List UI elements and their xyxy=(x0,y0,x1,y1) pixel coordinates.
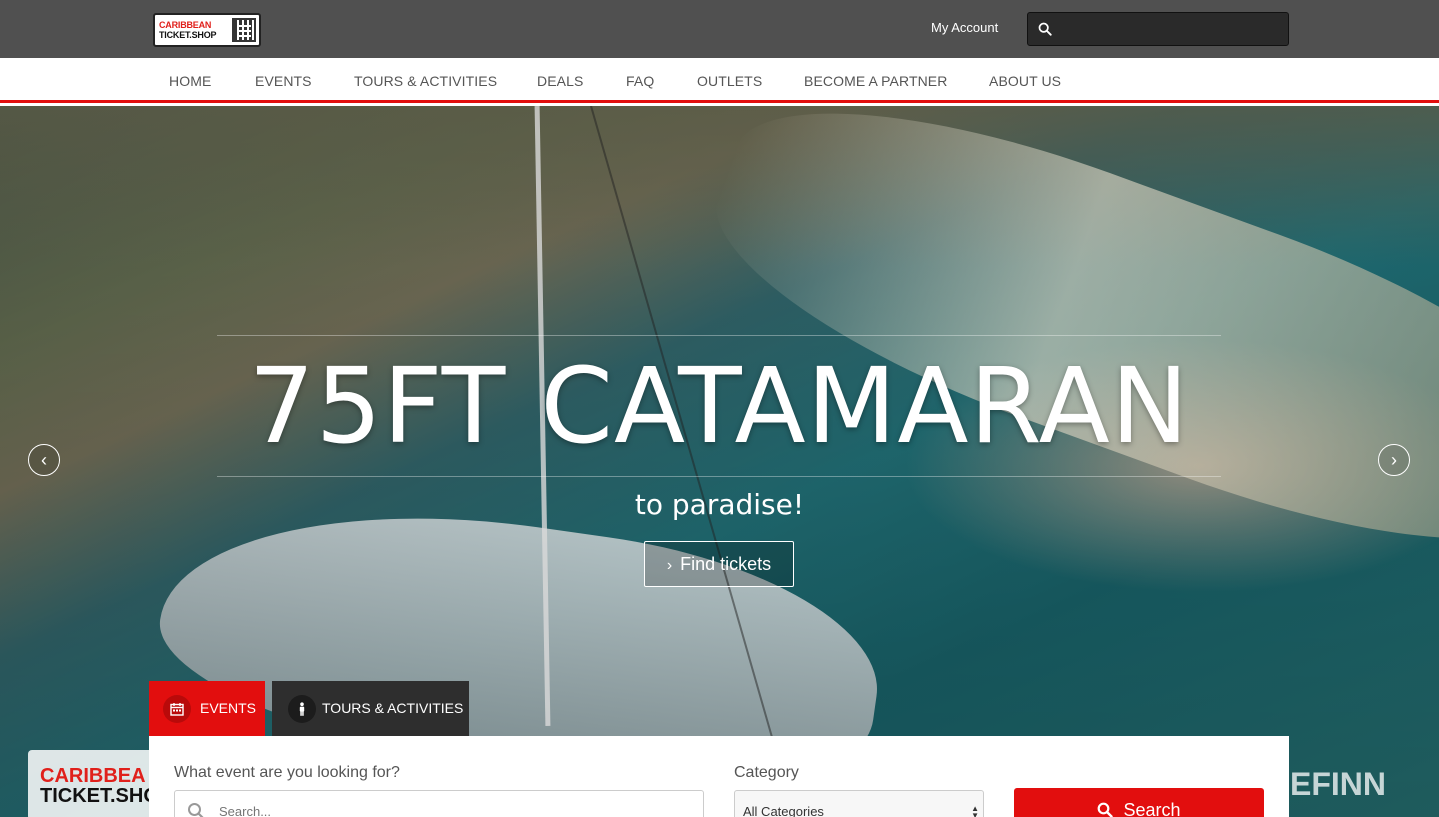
category-selected-value: All Categories xyxy=(743,804,824,817)
nav-item-become-a-partner[interactable]: BECOME A PARTNER xyxy=(804,73,947,89)
logo-line1: CARIBBEAN xyxy=(159,20,212,30)
nav-item-outlets[interactable]: OUTLETS xyxy=(697,73,762,89)
hero-subtitle: to paradise! xyxy=(634,488,805,521)
person-icon xyxy=(299,702,305,716)
person-icon-badge xyxy=(288,695,316,723)
calendar-icon xyxy=(170,703,184,716)
site-logo[interactable]: CARIBBEAN TICKET.SHOP xyxy=(153,13,261,47)
logo-line2: TICKET.SHOP xyxy=(159,30,217,40)
top-bar: CARIBBEAN TICKET.SHOP My Account xyxy=(0,0,1439,58)
hero-logo-watermark: CARIBBEA TICKET.SHO xyxy=(28,750,159,817)
nav-item-faq[interactable]: FAQ xyxy=(626,73,654,89)
watermark-text: CARIBBEA TICKET.SHO xyxy=(40,766,159,806)
calendar-icon-badge xyxy=(163,695,191,723)
search-button[interactable]: Search xyxy=(1014,788,1264,817)
query-label: What event are you looking for? xyxy=(174,764,400,781)
hero-divider-bottom xyxy=(217,476,1221,477)
my-account-link[interactable]: My Account xyxy=(931,20,998,35)
main-nav: HOME EVENTS TOURS & ACTIVITIES DEALS FAQ… xyxy=(0,58,1439,103)
category-select[interactable]: All Categories ▲ ▼ xyxy=(734,790,984,817)
hero-divider-top xyxy=(217,335,1221,336)
hero-title: 75FT CATAMARAN xyxy=(248,345,1190,467)
nav-item-about-us[interactable]: ABOUT US xyxy=(989,73,1061,89)
nav-item-tours-activities[interactable]: TOURS & ACTIVITIES xyxy=(354,73,497,89)
carousel-next-button[interactable]: › xyxy=(1378,444,1410,476)
event-search-panel: What event are you looking for? Category… xyxy=(149,736,1289,817)
search-button-label: Search xyxy=(1123,800,1181,817)
tab-events[interactable]: EVENTS xyxy=(149,681,265,736)
search-icon xyxy=(1098,802,1114,817)
qr-code-icon xyxy=(232,18,256,42)
category-label: Category xyxy=(734,764,799,781)
select-arrows-icon: ▲ ▼ xyxy=(971,804,979,817)
chevron-right-icon: › xyxy=(666,557,673,574)
event-search-input[interactable] xyxy=(219,791,689,817)
tab-events-label: EVENTS xyxy=(200,700,257,716)
carousel-prev-button[interactable]: ‹ xyxy=(28,444,60,476)
header-search-input[interactable] xyxy=(1027,12,1289,46)
tab-tours-activities[interactable]: TOURS & ACTIVITIES xyxy=(272,681,469,736)
chevron-right-icon: › xyxy=(1391,450,1397,470)
chevron-left-icon: ‹ xyxy=(41,450,47,470)
tab-tours-activities-label: TOURS & ACTIVITIES xyxy=(322,700,464,716)
watermark-line1: CARIBBEA xyxy=(40,765,146,787)
find-tickets-button[interactable]: › Find tickets xyxy=(644,541,794,587)
event-search-field[interactable] xyxy=(174,790,704,817)
hero-brand-watermark: EFINN xyxy=(1290,766,1386,802)
find-tickets-label: Find tickets xyxy=(680,554,772,574)
nav-item-home[interactable]: HOME xyxy=(169,73,211,89)
search-icon xyxy=(1038,22,1052,36)
logo-wordmark: CARIBBEAN TICKET.SHOP xyxy=(159,20,231,40)
watermark-line2: TICKET.SHO xyxy=(40,785,159,807)
nav-item-events[interactable]: EVENTS xyxy=(255,73,312,89)
search-icon xyxy=(188,803,204,817)
nav-item-deals[interactable]: DEALS xyxy=(537,73,583,89)
